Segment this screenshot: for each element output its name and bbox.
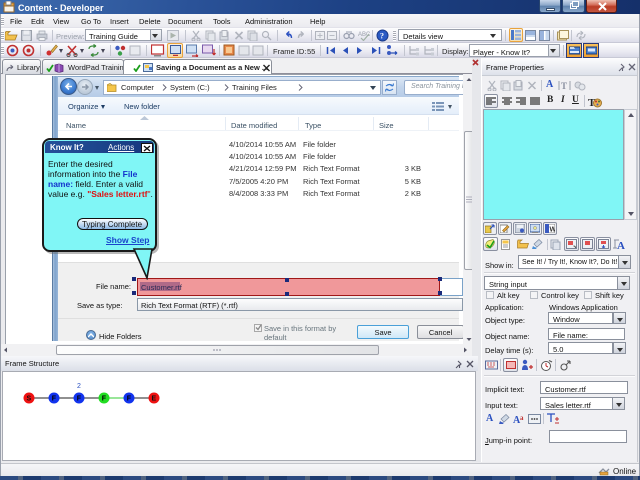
svg-text:W: W [550,227,556,234]
svg-text:F: F [127,396,132,403]
svg-text:S: S [27,396,32,403]
svg-text:E: E [152,396,157,403]
svg-text:F: F [52,396,57,403]
svg-text:F: F [102,396,107,403]
svg-text:T: T [561,81,567,91]
svg-text:F: F [77,396,82,403]
svg-text:2: 2 [77,383,81,390]
svg-text:?: ? [380,32,384,41]
svg-text:A: A [617,240,625,250]
svg-text:a: a [520,414,524,422]
